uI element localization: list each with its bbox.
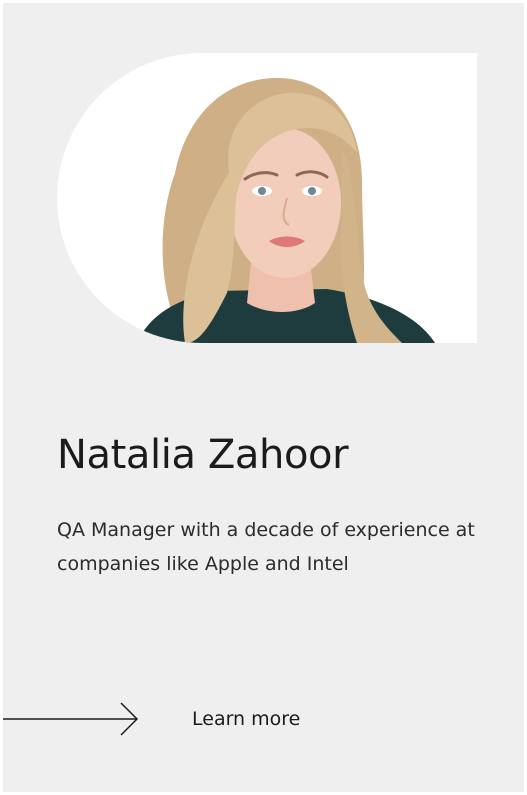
learn-more-link[interactable]: Learn more [3,697,333,741]
profile-bio: QA Manager with a decade of experience a… [57,519,475,575]
profile-photo-frame [57,53,477,343]
arrow-right-icon [3,702,139,736]
team-member-card: Natalia Zahoor QA Manager with a decade … [3,3,524,792]
profile-name: Natalia Zahoor [57,432,349,478]
learn-more-label: Learn more [192,708,301,730]
profile-photo [137,78,435,343]
